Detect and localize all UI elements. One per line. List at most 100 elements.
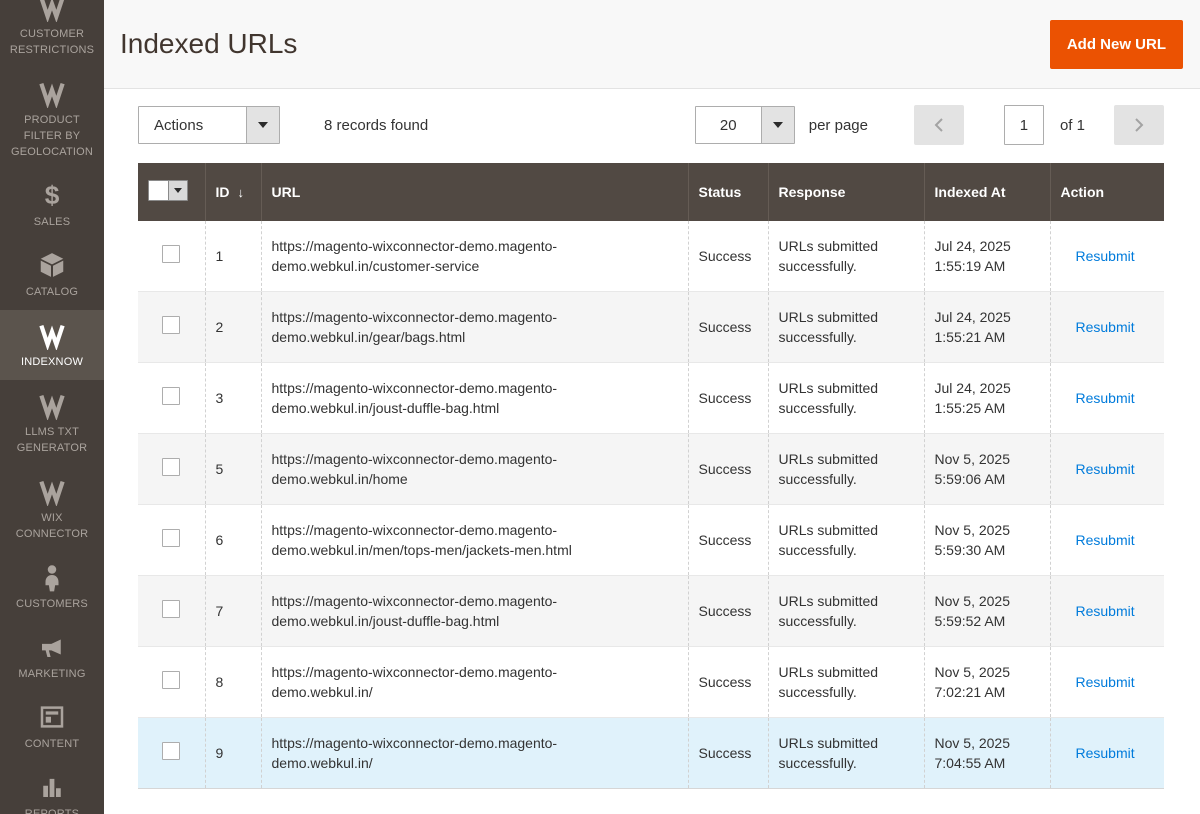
cell-id: 1 (205, 221, 261, 292)
row-checkbox[interactable] (162, 529, 180, 547)
select-all-checkbox[interactable] (148, 180, 169, 201)
webkul-w-icon (37, 78, 67, 108)
row-checkbox[interactable] (162, 387, 180, 405)
page-of-label: of 1 (1060, 117, 1085, 134)
per-page-select[interactable]: 20 (695, 106, 795, 144)
column-header-id[interactable]: ID (205, 163, 261, 221)
cell-select (138, 292, 205, 363)
resubmit-link[interactable]: Resubmit (1076, 745, 1135, 761)
bar-chart-icon (37, 772, 67, 802)
column-header-indexed-at[interactable]: Indexed At (924, 163, 1050, 221)
column-header-action[interactable]: Action (1050, 163, 1164, 221)
row-checkbox[interactable] (162, 671, 180, 689)
cell-url: https://magento-wixconnector-demo.magent… (261, 505, 688, 576)
sidebar-item-label: CONTENT (25, 736, 80, 752)
row-checkbox[interactable] (162, 600, 180, 618)
cell-url: https://magento-wixconnector-demo.magent… (261, 434, 688, 505)
cell-indexed-at: Nov 5, 2025 5:59:06 AM (924, 434, 1050, 505)
resubmit-link[interactable]: Resubmit (1076, 319, 1135, 335)
cell-status: Success (688, 434, 768, 505)
select-all-control[interactable] (148, 180, 188, 201)
column-header-status[interactable]: Status (688, 163, 768, 221)
main-content: Indexed URLs Add New URL Actions 8 recor… (104, 0, 1200, 814)
cell-response: URLs submitted successfully. (768, 505, 924, 576)
dollar-icon: $ (37, 180, 67, 210)
cell-url: https://magento-wixconnector-demo.magent… (261, 576, 688, 647)
cell-response: URLs submitted successfully. (768, 434, 924, 505)
sidebar-item-label: SALES (34, 214, 70, 230)
row-checkbox[interactable] (162, 245, 180, 263)
page-number-input[interactable] (1004, 105, 1044, 145)
sidebar-item-catalog[interactable]: CATALOG (0, 240, 104, 310)
actions-dropdown-arrow[interactable] (246, 107, 279, 143)
row-checkbox[interactable] (162, 742, 180, 760)
sidebar-item-marketing[interactable]: MARKETING (0, 622, 104, 692)
resubmit-link[interactable]: Resubmit (1076, 461, 1135, 477)
cell-url: https://magento-wixconnector-demo.magent… (261, 718, 688, 789)
cell-id: 2 (205, 292, 261, 363)
sidebar-item-label: CUSTOMERS (16, 596, 88, 612)
actions-dropdown[interactable]: Actions (138, 106, 280, 144)
box-icon (37, 250, 67, 280)
sidebar-item-product-filter-by-geolocation[interactable]: PRODUCT FILTER BY GEOLOCATION (0, 68, 104, 170)
sidebar-item-indexnow[interactable]: INDEXNOW (0, 310, 104, 380)
cell-indexed-at: Nov 5, 2025 5:59:30 AM (924, 505, 1050, 576)
cell-url: https://magento-wixconnector-demo.magent… (261, 292, 688, 363)
cell-url: https://magento-wixconnector-demo.magent… (261, 363, 688, 434)
app-window: CUSTOMER RESTRICTIONS PRODUCT FILTER BY … (0, 0, 1200, 814)
table-row: 6 https://magento-wixconnector-demo.mage… (138, 505, 1164, 576)
megaphone-icon (37, 632, 67, 662)
table-row: 9 https://magento-wixconnector-demo.mage… (138, 718, 1164, 789)
row-checkbox[interactable] (162, 316, 180, 334)
resubmit-link[interactable]: Resubmit (1076, 674, 1135, 690)
cell-select (138, 576, 205, 647)
column-header-response[interactable]: Response (768, 163, 924, 221)
cell-id: 6 (205, 505, 261, 576)
cell-id: 8 (205, 647, 261, 718)
select-all-dropdown[interactable] (169, 180, 188, 201)
sidebar-item-label: REPORTS (25, 806, 79, 814)
grid-body: 1 https://magento-wixconnector-demo.mage… (138, 221, 1164, 789)
sidebar-item-wix-connector[interactable]: WIX CONNECTOR (0, 466, 104, 552)
sidebar: CUSTOMER RESTRICTIONS PRODUCT FILTER BY … (0, 0, 104, 814)
cell-status: Success (688, 505, 768, 576)
table-row: 7 https://magento-wixconnector-demo.mage… (138, 576, 1164, 647)
row-checkbox[interactable] (162, 458, 180, 476)
table-row: 3 https://magento-wixconnector-demo.mage… (138, 363, 1164, 434)
webkul-w-icon (37, 320, 67, 350)
add-new-url-button[interactable]: Add New URL (1050, 20, 1183, 69)
webkul-w-icon (37, 390, 67, 420)
cell-action: Resubmit (1050, 718, 1164, 789)
cell-response: URLs submitted successfully. (768, 647, 924, 718)
table-row: 8 https://magento-wixconnector-demo.mage… (138, 647, 1164, 718)
grid-container: ID URL Status Response Indexed At Action… (104, 161, 1200, 789)
resubmit-link[interactable]: Resubmit (1076, 603, 1135, 619)
resubmit-link[interactable]: Resubmit (1076, 248, 1135, 264)
cell-indexed-at: Nov 5, 2025 5:59:52 AM (924, 576, 1050, 647)
sidebar-item-reports[interactable]: REPORTS (0, 762, 104, 814)
cell-indexed-at: Jul 24, 2025 1:55:19 AM (924, 221, 1050, 292)
sidebar-item-content[interactable]: CONTENT (0, 692, 104, 762)
sidebar-item-llms-txt-generator[interactable]: LLMS TXT GENERATOR (0, 380, 104, 466)
prev-page-button[interactable] (914, 105, 964, 145)
grid-header-row: ID URL Status Response Indexed At Action (138, 163, 1164, 221)
sidebar-item-label: INDEXNOW (21, 354, 83, 370)
cell-status: Success (688, 221, 768, 292)
resubmit-link[interactable]: Resubmit (1076, 390, 1135, 406)
table-row: 2 https://magento-wixconnector-demo.mage… (138, 292, 1164, 363)
cell-status: Success (688, 363, 768, 434)
per-page-select-arrow[interactable] (761, 107, 794, 143)
sidebar-item-customers[interactable]: CUSTOMERS (0, 552, 104, 622)
caret-down-icon (773, 122, 783, 128)
sidebar-item-sales[interactable]: $ SALES (0, 170, 104, 240)
column-header-url[interactable]: URL (261, 163, 688, 221)
sidebar-item-customer-restrictions[interactable]: CUSTOMER RESTRICTIONS (0, 0, 104, 68)
resubmit-link[interactable]: Resubmit (1076, 532, 1135, 548)
cell-action: Resubmit (1050, 647, 1164, 718)
sidebar-item-label: MARKETING (18, 666, 85, 682)
cell-status: Success (688, 718, 768, 789)
per-page-label: per page (809, 117, 868, 134)
sort-arrow-down-icon (238, 185, 245, 200)
table-row: 1 https://magento-wixconnector-demo.mage… (138, 221, 1164, 292)
next-page-button[interactable] (1114, 105, 1164, 145)
